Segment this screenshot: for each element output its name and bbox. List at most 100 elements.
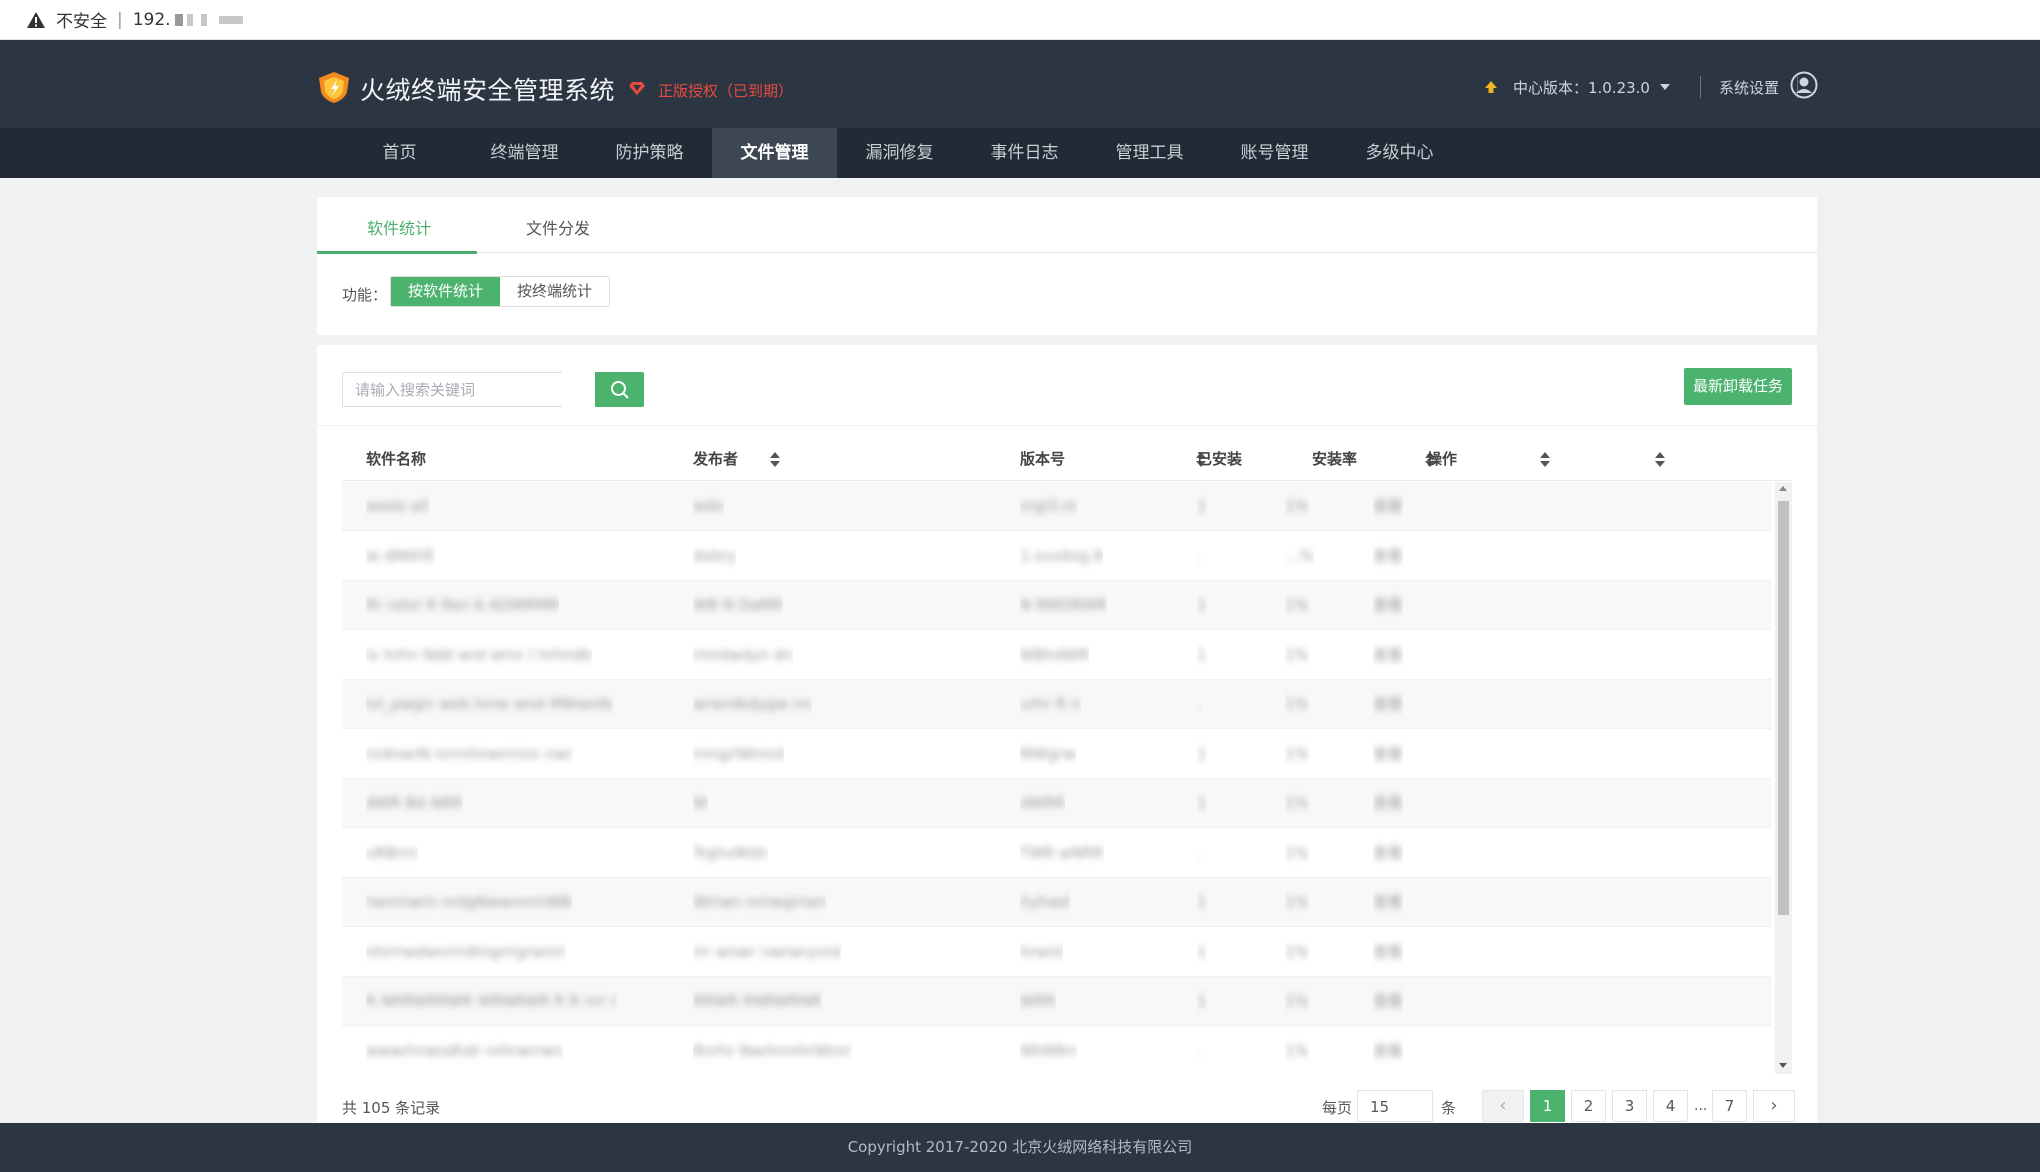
cell-install-rate-text: 1%: [1285, 645, 1309, 664]
cell-actions[interactable]: 查看: [1373, 1027, 1403, 1075]
cell-install-rate-text: 1%: [1285, 942, 1309, 961]
cell-actions[interactable]: 查看: [1373, 779, 1403, 828]
cell-publisher-text: Wrrwn nrnwgrrwn: [693, 893, 827, 911]
cell-software-name-text: nhrrrwdwnrrrdhrgrrrgrwnrr: [366, 942, 566, 961]
scrollbar-thumb[interactable]: [1778, 501, 1789, 915]
page-button[interactable]: 2: [1571, 1090, 1606, 1122]
nav-item[interactable]: 漏洞修复: [837, 128, 962, 178]
cell-version-text: WBhdWR: [1020, 645, 1090, 664]
url-mask: [218, 15, 243, 24]
cell-actions-text[interactable]: 查看: [1373, 829, 1403, 878]
chevron-down-icon[interactable]: [1659, 84, 1670, 90]
cell-installed-text: .: [1197, 1041, 1202, 1060]
table-scrollbar[interactable]: [1775, 482, 1792, 1074]
url-mask: [174, 13, 183, 26]
cell-publisher-text: rmrdwdyn dn: [693, 645, 793, 664]
page-button[interactable]: 7: [1712, 1090, 1747, 1122]
tab-bar: 软件统计 文件分发: [317, 197, 1817, 254]
license-status[interactable]: 正版授权（已到期）: [658, 80, 793, 101]
cell-actions[interactable]: 查看: [1373, 631, 1403, 680]
cell-actions-text[interactable]: 查看: [1373, 532, 1403, 581]
nav-item[interactable]: 终端管理: [462, 128, 587, 178]
nav-item[interactable]: 防护策略: [587, 128, 712, 178]
nav-item[interactable]: 账号管理: [1212, 128, 1337, 178]
latest-uninstall-task-button[interactable]: 最新卸载任务: [1683, 368, 1792, 405]
cell-installed: 1: [1197, 482, 1207, 531]
cell-installed-text: 1: [1197, 596, 1207, 614]
by-terminal-button[interactable]: 按终端统计: [500, 277, 610, 306]
cell-software-name: Ivl_pwgrr web hrrw wnd MWwnlb: [366, 680, 613, 729]
nav-item[interactable]: 多级中心: [1337, 128, 1462, 178]
per-page-input[interactable]: 15: [1357, 1090, 1433, 1122]
cell-actions-text[interactable]: 查看: [1373, 1027, 1403, 1075]
sort-icon[interactable]: [1540, 437, 1550, 481]
function-label: 功能：: [342, 286, 388, 304]
nav-item[interactable]: 事件日志: [962, 128, 1087, 178]
by-software-button[interactable]: 按软件统计: [391, 277, 501, 306]
address-separator: |: [117, 9, 123, 30]
column-header-install-rate[interactable]: 安装率: [1312, 437, 1357, 481]
cell-installed-text: 1: [1197, 992, 1207, 1010]
search-button[interactable]: [595, 372, 644, 407]
sort-icon[interactable]: [770, 437, 780, 481]
version-label[interactable]: 中心版本：1.0.23.0: [1513, 77, 1650, 98]
cell-publisher-text: dxbry: [693, 546, 736, 565]
url-mask: [200, 13, 207, 26]
cell-actions-text[interactable]: 查看: [1373, 977, 1403, 1026]
search-input[interactable]: [342, 372, 562, 407]
cell-actions-text[interactable]: 查看: [1373, 680, 1403, 729]
prev-page-button[interactable]: ‹: [1482, 1090, 1524, 1122]
tab-software-stats[interactable]: 软件统计: [367, 215, 431, 239]
cell-actions-text[interactable]: 查看: [1373, 482, 1403, 531]
cell-actions-text[interactable]: 查看: [1373, 779, 1403, 828]
cell-software-name-text: nrdnwrN nrrnrhrwrrnnn nwr: [366, 744, 573, 763]
nav-item[interactable]: 管理工具: [1087, 128, 1212, 178]
cell-actions[interactable]: 查看: [1373, 878, 1403, 927]
settings-link[interactable]: 系统设置: [1719, 77, 1779, 98]
page-button[interactable]: 4: [1653, 1090, 1688, 1122]
cell-actions[interactable]: 查看: [1373, 532, 1403, 581]
cell-install-rate: 1%: [1285, 631, 1309, 680]
cell-version-text: mgl3.m: [1020, 497, 1078, 515]
cell-actions[interactable]: 查看: [1373, 829, 1403, 878]
cell-publisher: wdo: [693, 482, 724, 531]
page-button[interactable]: 3: [1612, 1090, 1647, 1122]
scroll-down-arrow[interactable]: [1779, 1063, 1787, 1068]
scroll-up-arrow[interactable]: [1779, 486, 1787, 491]
next-page-button[interactable]: ›: [1753, 1090, 1795, 1122]
cell-version: WRR: [1020, 977, 1056, 1026]
cell-actions[interactable]: 查看: [1373, 977, 1403, 1026]
cell-actions[interactable]: 查看: [1373, 928, 1403, 977]
cell-actions[interactable]: 查看: [1373, 680, 1403, 729]
header-right-group: 中心版本：1.0.23.0 系统设置: [1483, 76, 1820, 98]
user-avatar-icon[interactable]: [1790, 71, 1818, 99]
cell-install-rate-text: 1%: [1285, 992, 1309, 1010]
cell-actions[interactable]: 查看: [1373, 730, 1403, 779]
cell-actions[interactable]: 查看: [1373, 581, 1403, 630]
table-header: 软件名称 发布者 版本号 已安装 安装率 操作: [342, 437, 1792, 481]
cell-actions[interactable]: 查看: [1373, 482, 1403, 531]
nav-item[interactable]: 文件管理: [712, 128, 837, 178]
cell-actions-text[interactable]: 查看: [1373, 878, 1403, 927]
main-nav: 首页 终端管理 防护策略 文件管理 漏洞修复 事件日志 管理工具 账号管理 多级中心: [0, 128, 2040, 178]
column-header-version[interactable]: 版本号: [1020, 437, 1065, 481]
cell-publisher: rrmgrlWmrd: [693, 730, 784, 779]
page-button[interactable]: 1: [1530, 1090, 1565, 1122]
column-header-software-name[interactable]: 软件名称: [366, 437, 426, 481]
cell-software-name-text: Ie dMAYE: [366, 546, 435, 565]
nav-item[interactable]: 首页: [337, 128, 462, 178]
tab-file-distribution[interactable]: 文件分发: [526, 215, 590, 239]
cell-actions-text[interactable]: 查看: [1373, 928, 1403, 977]
cell-installed-text: 1: [1197, 497, 1207, 515]
column-header-publisher[interactable]: 发布者: [693, 437, 738, 481]
cell-actions-text[interactable]: 查看: [1373, 631, 1403, 680]
cell-actions-text[interactable]: 查看: [1373, 730, 1403, 779]
cell-installed: 1: [1197, 730, 1207, 779]
cell-install-rate: 1%: [1285, 977, 1309, 1026]
browser-address-bar[interactable]: 不安全 | 192.: [0, 0, 2040, 40]
cell-install-rate: 1%: [1285, 581, 1309, 630]
cell-software-name-text: Rr ndvr R Ren b ADWRMR: [366, 596, 560, 614]
cell-actions-text[interactable]: 查看: [1373, 581, 1403, 630]
column-header-installed[interactable]: 已安装: [1197, 437, 1242, 481]
sort-icon[interactable]: [1655, 437, 1665, 481]
